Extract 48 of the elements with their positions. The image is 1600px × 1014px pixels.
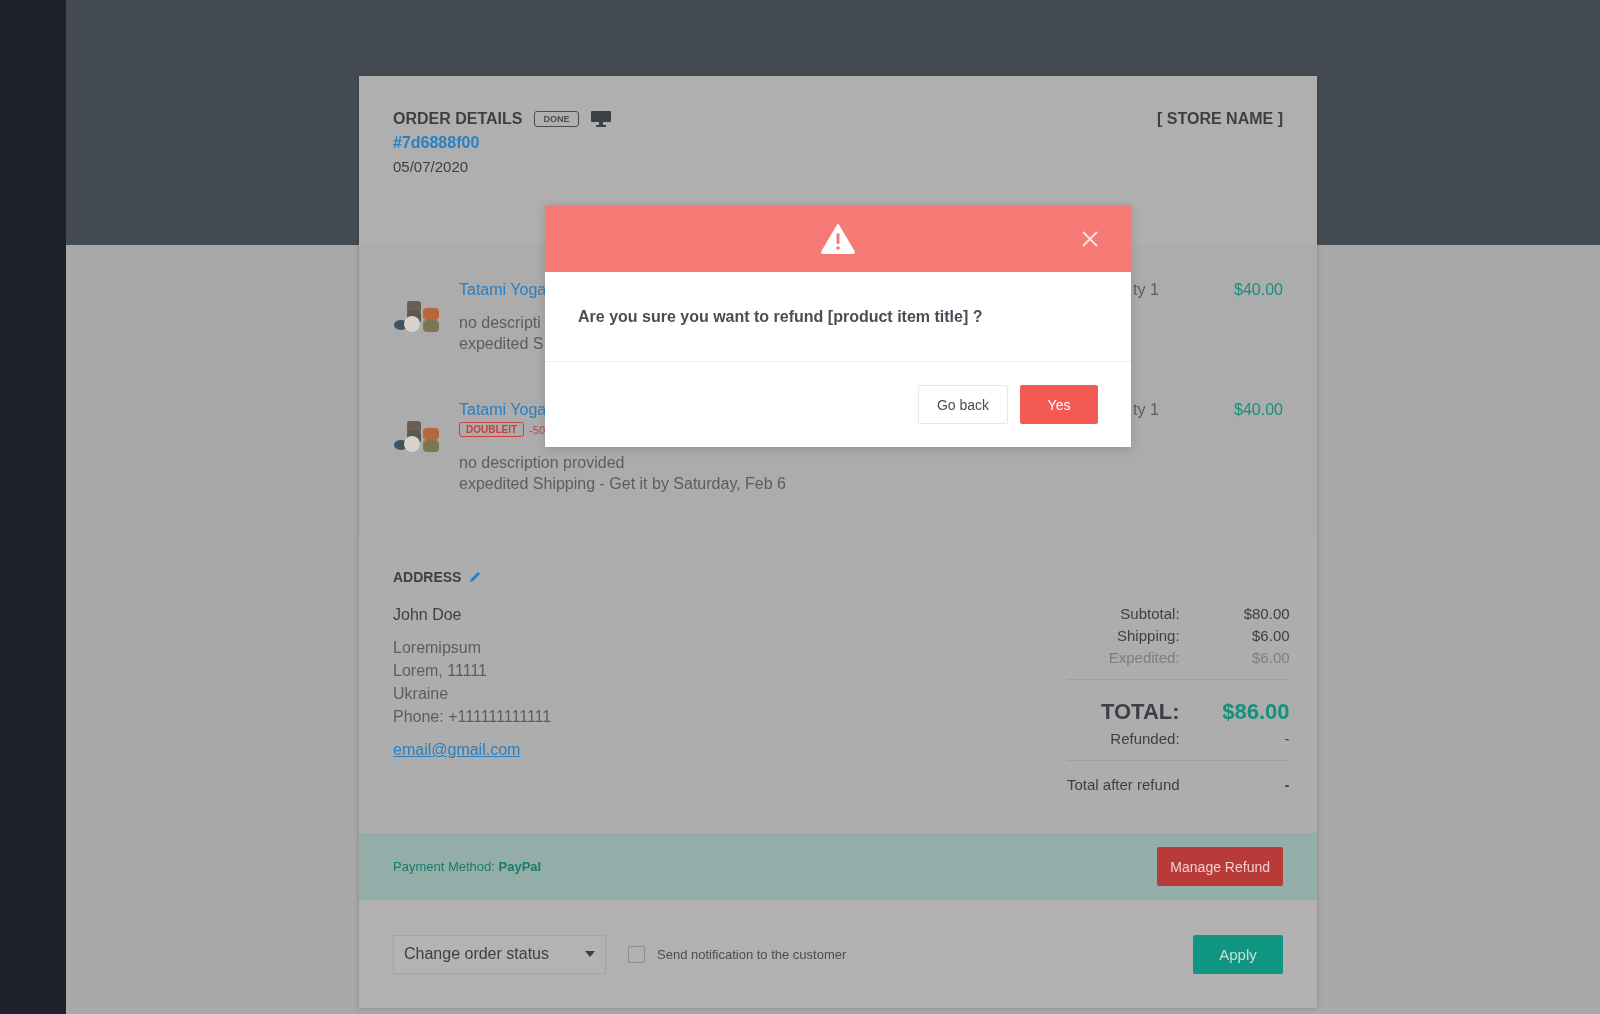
shipping-text: expedited S [459, 335, 544, 353]
coupon-badge: DOUBLEIT [459, 422, 525, 437]
notify-checkbox[interactable] [628, 945, 645, 963]
quantity-text: ty 1 [1133, 281, 1160, 300]
total-value: $6.00 [1251, 627, 1290, 644]
total-label: Shipping: [1116, 627, 1181, 644]
apply-button[interactable]: Apply [1193, 934, 1283, 974]
order-title: ORDER DETAILS [393, 110, 523, 128]
notify-label: Send notification to the customer [657, 946, 847, 962]
shipping-text: expedited Shipping - Get it by Saturday, Feb 6 [459, 475, 786, 493]
product-title-link[interactable]: Tatami Yoga [459, 401, 547, 419]
total-value: - [1283, 776, 1290, 793]
product-description: no descripti [459, 314, 541, 332]
order-id-link[interactable]: #7d6888f00 [393, 134, 611, 152]
total-value: $80.00 [1242, 605, 1290, 622]
address-line: Phone: +111111111111 [393, 708, 552, 726]
quantity-text: ty 1 [1133, 401, 1160, 420]
confirm-button[interactable]: Yes [1020, 385, 1098, 424]
manage-refund-button[interactable]: Manage Refund [1157, 847, 1283, 886]
close-icon[interactable] [1082, 231, 1098, 247]
warning-icon [821, 223, 855, 254]
product-title-link[interactable]: Tatami Yoga [459, 281, 547, 299]
address-line: Lorem, 11111 [393, 662, 488, 680]
dialog-message: Are you sure you want to refund [product item title] ? [578, 307, 983, 326]
cancel-button[interactable]: Go back [918, 385, 1008, 424]
address-heading: ADDRESS [393, 569, 462, 585]
customer-name: John Doe [393, 606, 463, 624]
total-label: TOTAL: [1099, 699, 1181, 725]
total-label: Subtotal: [1119, 605, 1181, 622]
address-line: Loremipsum [393, 639, 483, 657]
store-name: [ STORE NAME ] [1157, 110, 1283, 129]
order-status-select[interactable]: Change order status [393, 934, 606, 974]
order-date: 05/07/2020 [393, 158, 470, 175]
total-value: $86.00 [1221, 699, 1290, 725]
total-value: - [1283, 730, 1290, 747]
email-link[interactable]: email@gmail.com [393, 741, 552, 759]
total-label: Refunded: [1109, 730, 1181, 747]
caret-icon [585, 951, 595, 957]
product-description: no description provided [459, 454, 625, 472]
discount-text: -50 [529, 423, 545, 436]
edit-icon[interactable] [469, 571, 482, 583]
monitor-icon [590, 111, 611, 127]
payment-method: Payment Method: PayPal [393, 859, 542, 874]
address-line: Ukraine [393, 685, 450, 703]
status-badge: DONE [534, 111, 579, 127]
item-price: $40.00 [1233, 281, 1283, 300]
item-price: $40.00 [1233, 401, 1283, 420]
total-label: Total after refund [1067, 776, 1181, 793]
